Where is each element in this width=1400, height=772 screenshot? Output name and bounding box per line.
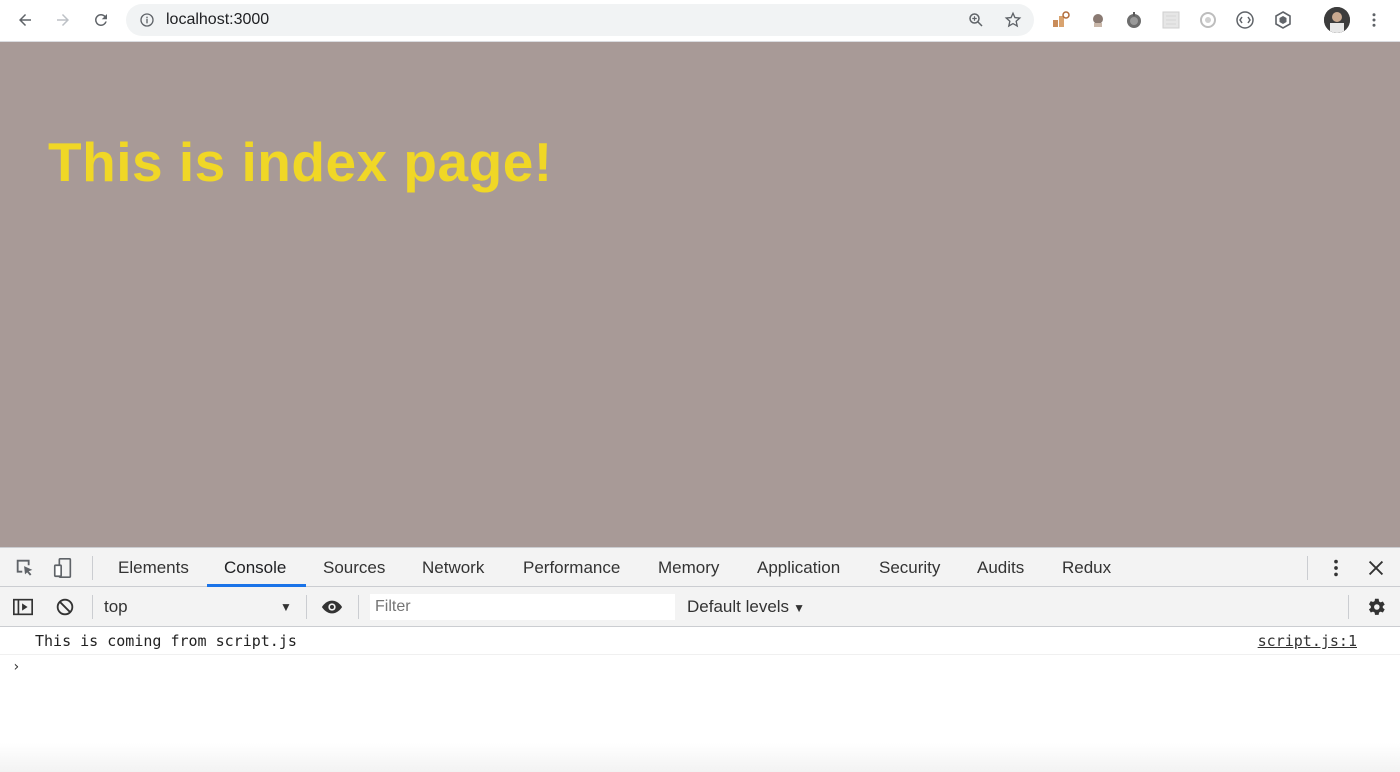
console-prompt-chevron: › [12, 659, 21, 675]
toolbar-divider [306, 595, 307, 619]
tab-sources[interactable]: Sources [323, 548, 385, 587]
extension-icon-7[interactable] [1272, 9, 1294, 31]
extension-icon-1[interactable] [1050, 9, 1072, 31]
show-sidebar-icon[interactable] [11, 595, 35, 619]
log-levels-dropdown[interactable]: Default levels ▼ [687, 587, 805, 628]
tab-security[interactable]: Security [879, 548, 940, 587]
browser-toolbar: localhost:3000 [0, 0, 1400, 42]
console-filter-input[interactable] [370, 594, 675, 620]
toolbar-divider [358, 595, 359, 619]
profile-avatar[interactable] [1324, 7, 1350, 33]
console-settings-gear-icon[interactable] [1364, 595, 1388, 619]
console-empty-area [0, 743, 1400, 772]
tab-performance[interactable]: Performance [523, 548, 620, 587]
bookmark-star-icon[interactable] [1003, 10, 1023, 30]
tab-elements[interactable]: Elements [118, 548, 189, 587]
tab-audits[interactable]: Audits [977, 548, 1024, 587]
log-levels-label: Default levels [687, 597, 790, 616]
close-devtools-icon[interactable] [1364, 556, 1388, 580]
page-heading: This is index page! [48, 131, 553, 193]
devtools-tab-bar: Elements Console Sources Network Perform… [0, 548, 1400, 587]
extension-icon-5[interactable] [1197, 9, 1219, 31]
arrow-right-icon [57, 14, 69, 26]
toolbar-divider [92, 556, 93, 580]
tab-network[interactable]: Network [422, 548, 484, 587]
toolbar-divider [1348, 595, 1349, 619]
address-bar[interactable]: localhost:3000 [126, 4, 1034, 36]
context-selector[interactable]: top [104, 587, 128, 627]
reload-button[interactable] [86, 6, 116, 34]
page-viewport: This is index page! [0, 42, 1400, 547]
site-info-icon[interactable] [138, 11, 156, 29]
kebab-menu-icon[interactable] [1359, 6, 1389, 34]
chevron-down-icon: ▼ [793, 601, 805, 615]
tab-redux[interactable]: Redux [1062, 548, 1111, 587]
inspect-element-icon[interactable] [13, 556, 37, 580]
clear-console-icon[interactable] [53, 595, 77, 619]
extension-icon-4[interactable] [1160, 9, 1182, 31]
toolbar-divider [92, 595, 93, 619]
back-button[interactable] [10, 6, 40, 34]
console-message-row: This is coming from script.js script.js:… [0, 627, 1400, 655]
console-toolbar: top ▼ Default levels▼ [0, 587, 1400, 627]
arrow-left-icon [19, 14, 31, 26]
device-toolbar-icon[interactable] [51, 556, 75, 580]
extension-icon-2[interactable] [1087, 9, 1109, 31]
forward-button[interactable] [48, 6, 78, 34]
live-expression-eye-icon[interactable] [320, 595, 344, 619]
extension-icon-6[interactable] [1234, 9, 1256, 31]
reload-icon [94, 13, 107, 26]
devtools-panel: Elements Console Sources Network Perform… [0, 547, 1400, 772]
toolbar-divider [1307, 556, 1308, 580]
tab-application[interactable]: Application [757, 548, 840, 587]
console-message-text: This is coming from script.js [35, 632, 297, 650]
console-input[interactable] [30, 656, 1370, 680]
context-dropdown-icon[interactable]: ▼ [280, 587, 292, 627]
extension-icon-3[interactable] [1123, 9, 1145, 31]
console-message-source-link[interactable]: script.js:1 [1258, 627, 1357, 655]
tab-memory[interactable]: Memory [658, 548, 719, 587]
zoom-icon[interactable] [966, 10, 986, 30]
url-text[interactable]: localhost:3000 [166, 4, 269, 36]
devtools-menu-icon[interactable] [1324, 556, 1348, 580]
tab-console[interactable]: Console [224, 548, 286, 587]
